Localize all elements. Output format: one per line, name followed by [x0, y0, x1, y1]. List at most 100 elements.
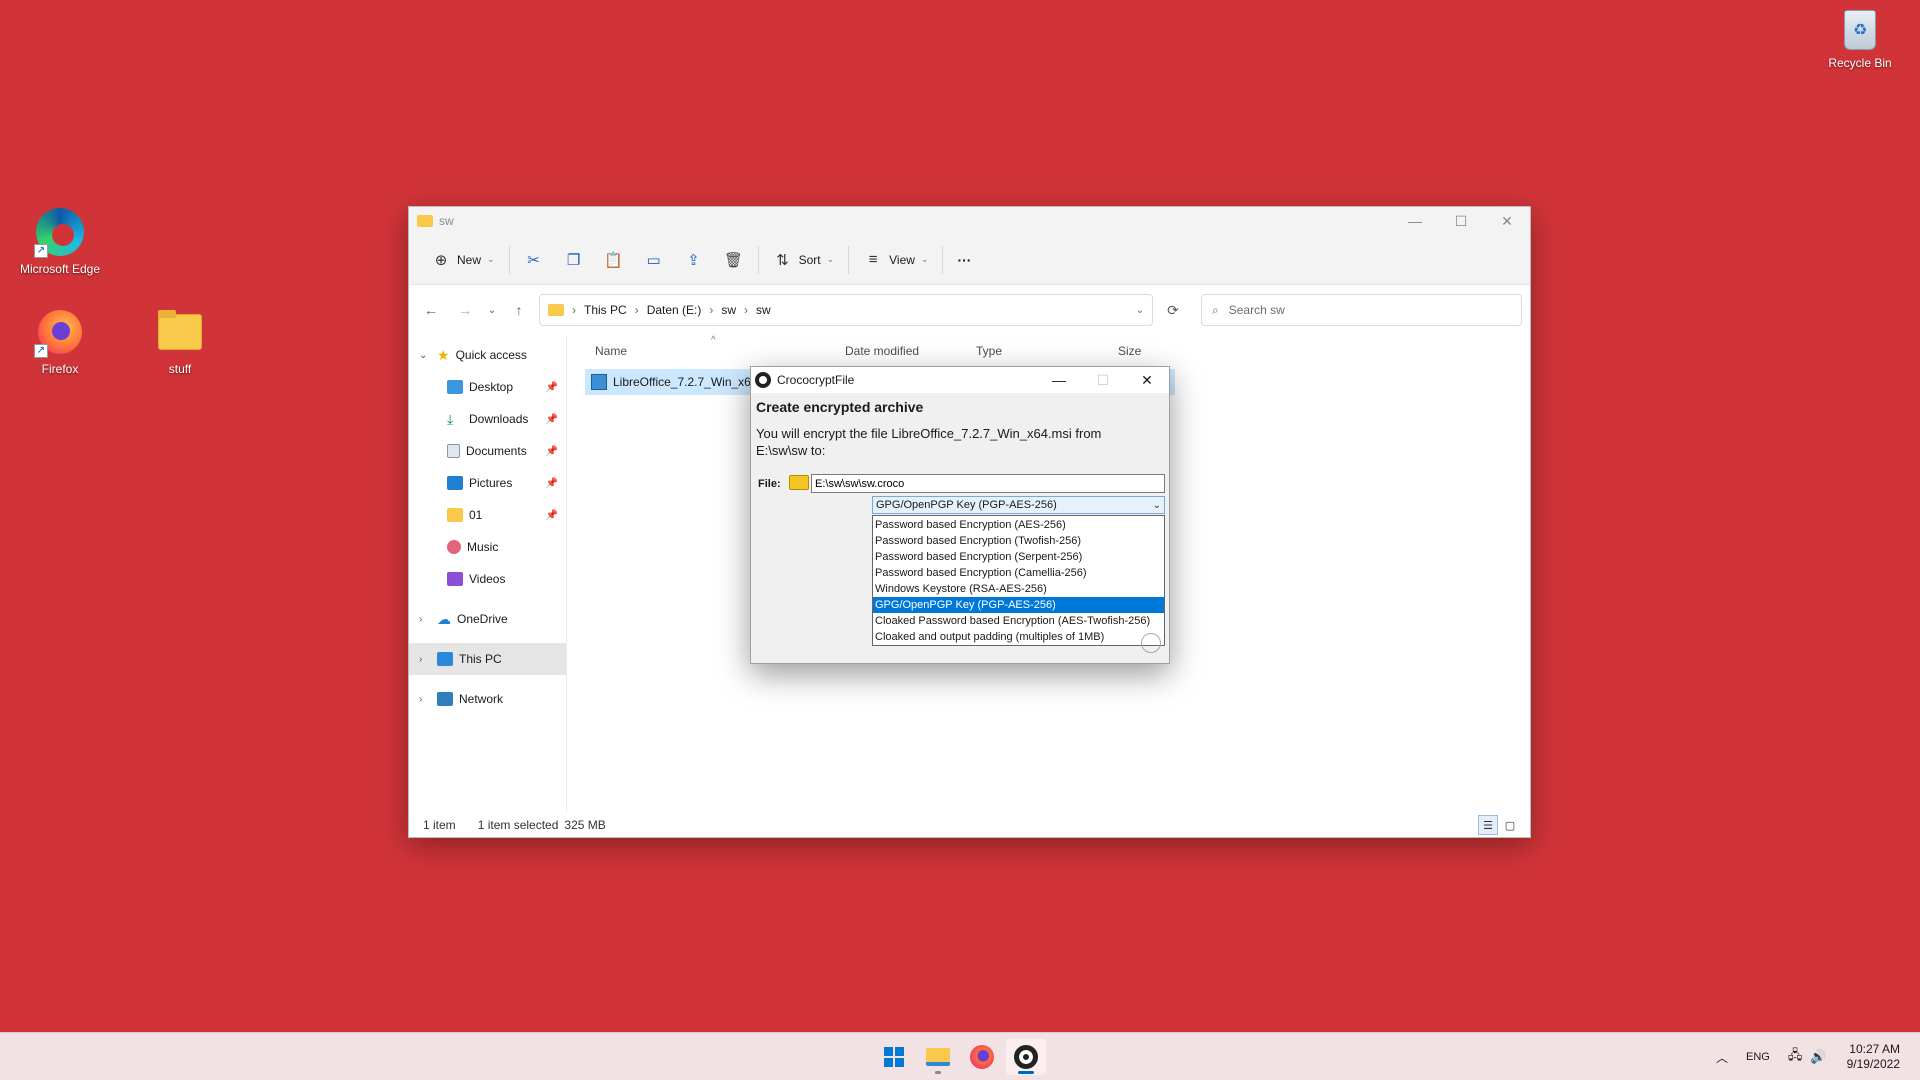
method-option[interactable]: GPG/OpenPGP Key (PGP-AES-256) [873, 597, 1164, 613]
nav-item-desktop[interactable]: Desktop 📌 [409, 371, 566, 403]
explorer-titlebar[interactable]: sw — ☐ ✕ [409, 207, 1530, 235]
nav-label: Quick access [455, 348, 527, 362]
share-icon: ⇪ [687, 251, 700, 269]
new-button[interactable]: ⊕ New ⌄ [421, 244, 505, 276]
address-bar[interactable]: › This PC › Daten (E:) › sw › sw ⌄ [539, 294, 1153, 326]
method-option[interactable]: Password based Encryption (Camellia-256) [873, 565, 1164, 581]
forward-button[interactable]: → [451, 296, 479, 324]
volume-icon[interactable]: 🔊 [1810, 1049, 1826, 1065]
cut-button[interactable]: ✂ [514, 244, 554, 276]
breadcrumb-item[interactable]: sw [756, 303, 771, 317]
column-header-size[interactable]: Size [1118, 344, 1141, 358]
desktop-icon-firefox[interactable]: ↗ Firefox [10, 306, 110, 376]
method-option[interactable]: Windows Keystore (RSA-AES-256) [873, 581, 1164, 597]
pictures-icon [447, 476, 463, 490]
nav-onedrive[interactable]: › ☁ OneDrive [409, 603, 566, 635]
star-icon: ★ [437, 346, 450, 363]
trash-icon: 🗑 [724, 251, 744, 269]
cloud-icon: ☁ [437, 610, 451, 627]
crococrypt-dialog: CrococryptFile — ☐ ✕ Create encrypted ar… [750, 366, 1170, 664]
column-header-name[interactable]: Name [595, 344, 627, 358]
network-icon[interactable]: 🖧 [1788, 1046, 1803, 1068]
share-button[interactable]: ⇪ [674, 244, 714, 276]
copy-button[interactable]: ❐ [554, 244, 594, 276]
maximize-button: ☐ [1096, 371, 1110, 388]
nav-item-music[interactable]: Music [409, 531, 566, 563]
desktop-icon-recycle-bin[interactable]: Recycle Bin [1810, 10, 1910, 70]
sort-label: Sort [798, 252, 821, 267]
delete-button[interactable]: 🗑 [714, 244, 754, 276]
system-tray: ︿ ENG 🖧 🔊 [1716, 1033, 1827, 1080]
breadcrumb-item[interactable]: This PC [584, 303, 627, 317]
maximize-button[interactable]: ☐ [1438, 207, 1484, 235]
close-button[interactable]: ✕ [1125, 367, 1169, 393]
chevron-right-icon: › [419, 653, 423, 665]
method-option[interactable]: Password based Encryption (Twofish-256) [873, 533, 1164, 549]
windows-logo-icon [884, 1047, 904, 1067]
taskbar: ︿ ENG 🖧 🔊 10:27 AM 9/19/2022 [0, 1032, 1920, 1080]
desktop-icon-stuff-folder[interactable]: stuff [130, 306, 230, 376]
language-indicator[interactable]: ENG [1746, 1051, 1770, 1063]
column-header-type[interactable]: Type [976, 344, 1002, 358]
start-button[interactable] [874, 1039, 914, 1075]
show-hidden-icons-button[interactable]: ︿ [1716, 1049, 1728, 1066]
close-button[interactable]: ✕ [1484, 207, 1530, 235]
selected-size: 325 MB [564, 818, 606, 832]
search-input[interactable]: ⌕ Search sw [1201, 294, 1522, 326]
nav-item-01[interactable]: 01 📌 [409, 499, 566, 531]
refresh-button[interactable]: ⟳ [1159, 296, 1187, 324]
pin-icon: 📌 [545, 381, 558, 393]
address-dropdown-button[interactable]: ⌄ [1136, 305, 1144, 316]
nav-label: 01 [469, 508, 483, 522]
paste-button[interactable]: 📋 [594, 244, 634, 276]
sort-button[interactable]: ⇅ Sort ⌄ [763, 244, 845, 276]
method-option[interactable]: Password based Encryption (Serpent-256) [873, 549, 1164, 565]
dialog-titlebar[interactable]: CrococryptFile — ☐ ✕ [751, 367, 1169, 393]
method-option[interactable]: Password based Encryption (AES-256) [873, 517, 1164, 533]
taskbar-crococrypt[interactable] [1006, 1039, 1046, 1075]
nav-this-pc[interactable]: › This PC [409, 643, 566, 675]
nav-item-pictures[interactable]: Pictures 📌 [409, 467, 566, 499]
view-button[interactable]: ≡ View ⌄ [853, 244, 938, 276]
nav-label: Desktop [469, 380, 514, 394]
details-view-button[interactable]: ☰ [1478, 815, 1498, 835]
nav-item-downloads[interactable]: ⤓ Downloads 📌 [409, 403, 566, 435]
chevron-right-icon: › [419, 613, 423, 625]
nav-label: Downloads [469, 412, 529, 426]
breadcrumb-item[interactable]: sw [721, 303, 736, 317]
tiles-view-button[interactable]: ▢ [1500, 815, 1520, 835]
minimize-button[interactable]: — [1037, 367, 1081, 393]
up-button[interactable]: ↑ [505, 296, 533, 324]
chevron-down-icon: ⌄ [1152, 499, 1161, 511]
nav-network[interactable]: › Network [409, 683, 566, 715]
taskbar-firefox[interactable] [962, 1039, 1002, 1075]
desktop-icon-edge[interactable]: ↗ Microsoft Edge [10, 206, 110, 276]
breadcrumb-item[interactable]: Daten (E:) [647, 303, 702, 317]
pin-icon: 📌 [545, 477, 558, 489]
firefox-icon: ↗ [34, 306, 86, 358]
column-header-date[interactable]: Date modified [845, 344, 919, 358]
browse-folder-icon[interactable] [789, 475, 809, 490]
nav-item-videos[interactable]: Videos [409, 563, 566, 595]
clock[interactable]: 10:27 AM 9/19/2022 [1847, 1042, 1900, 1072]
desktop-icon [447, 380, 463, 394]
more-options-button[interactable]: ··· [947, 244, 981, 276]
method-option[interactable]: Cloaked and output padding (multiples of… [873, 629, 1164, 645]
encryption-method-select[interactable]: GPG/OpenPGP Key (PGP-AES-256) ⌄ [872, 496, 1165, 514]
nav-label: Network [459, 692, 504, 706]
firefox-icon [970, 1045, 994, 1069]
taskbar-file-explorer[interactable] [918, 1039, 958, 1075]
nav-item-documents[interactable]: Documents 📌 [409, 435, 566, 467]
help-button[interactable] [1141, 633, 1161, 653]
nav-label: Pictures [469, 476, 513, 490]
output-file-field[interactable] [811, 474, 1165, 493]
rename-button[interactable]: ▭ [634, 244, 674, 276]
clock-date: 9/19/2022 [1846, 1057, 1900, 1071]
back-button[interactable]: ← [417, 296, 445, 324]
nav-quick-access[interactable]: ⌄ ★ Quick access [409, 339, 566, 371]
column-headers: Name ^ Date modified Type Size [579, 335, 1530, 365]
method-option[interactable]: Cloaked Password based Encryption (AES-T… [873, 613, 1164, 629]
recent-locations-button[interactable]: ⌄ [485, 296, 499, 324]
running-indicator [935, 1071, 941, 1074]
minimize-button[interactable]: — [1392, 207, 1438, 235]
